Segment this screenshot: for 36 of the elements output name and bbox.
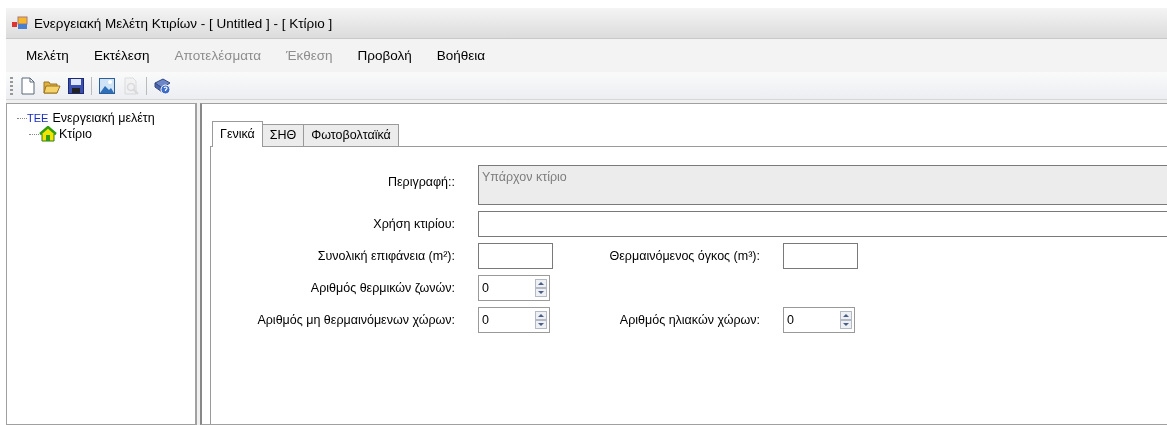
menu-item[interactable]: Προβολή (357, 48, 412, 63)
menu-item[interactable]: Εκτέλεση (93, 48, 150, 63)
tab[interactable]: ΣΗΘ (261, 124, 305, 146)
window-title: Ενεργειακή Μελέτη Κτιρίων - [ Untitled ] - [ Κτίριο ] (34, 15, 333, 31)
tree-item[interactable]: Κτίριο (59, 127, 92, 141)
spin-down-icon[interactable] (535, 320, 547, 329)
field-label: Αριθμός ηλιακών χώρων: (618, 313, 760, 327)
field-label: Θερμαινόμενος όγκος (m³): (608, 249, 760, 263)
menu-item[interactable]: Βοήθεια (436, 48, 486, 63)
input-field[interactable] (478, 211, 1167, 237)
grip-icon[interactable] (10, 76, 13, 95)
tab[interactable]: Γενικά (212, 121, 263, 147)
input-field[interactable] (783, 243, 858, 269)
new-file-icon[interactable] (19, 76, 37, 95)
number-spinner[interactable]: 0 (478, 307, 550, 333)
spin-down-icon[interactable] (840, 320, 852, 329)
spin-up-icon[interactable] (535, 279, 547, 288)
spin-up-icon[interactable] (840, 311, 852, 320)
number-spinner[interactable]: 0 (783, 307, 855, 333)
input-field[interactable] (478, 243, 553, 269)
menu-item[interactable]: Μελέτη (26, 48, 69, 63)
field-label: Αριθμός θερμικών ζωνών: (309, 281, 455, 295)
field-label: Συνολική επιφάνεια (m²): (316, 249, 455, 263)
spin-up-icon[interactable] (535, 311, 547, 320)
spin-down-icon[interactable] (535, 288, 547, 297)
help-book-icon[interactable] (153, 76, 171, 95)
picture-icon[interactable] (98, 76, 116, 95)
app-icon (12, 16, 28, 30)
tab[interactable]: Φωτοβολταϊκά (303, 124, 399, 146)
tree-item[interactable]: Ενεργειακή μελέτη (52, 111, 155, 125)
field-label: Περιγραφή:: (386, 175, 455, 189)
house-icon (39, 126, 57, 142)
field-label: Χρήση κτιρίου: (372, 217, 455, 231)
number-spinner[interactable]: 0 (478, 275, 550, 301)
logo-icon: ΤΕΕ (27, 112, 49, 124)
field-label: Αριθμός μη θερμαινόμενων χώρων: (256, 313, 455, 327)
